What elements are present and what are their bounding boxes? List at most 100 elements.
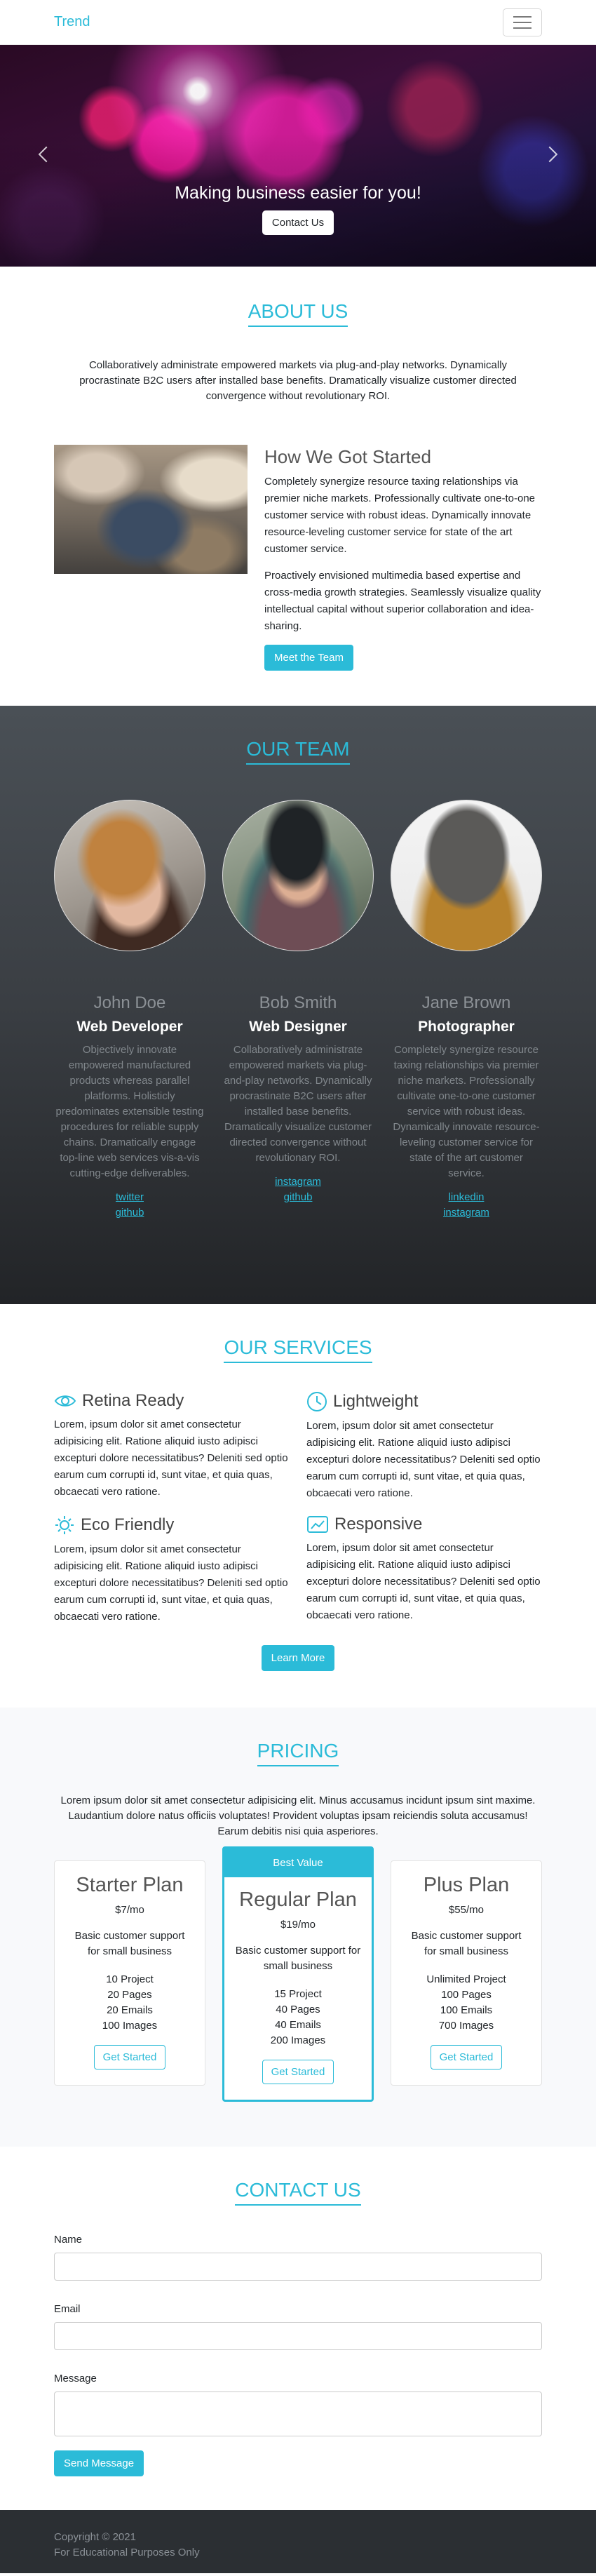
message-label: Message xyxy=(54,2373,97,2384)
service-text: Lorem, ipsum dolor sit amet consectetur … xyxy=(54,1543,288,1623)
pricing-intro: Lorem ipsum dolor sit amet consectetur a… xyxy=(60,1795,536,1837)
sun-icon xyxy=(55,1516,74,1534)
plan-price: $7/mo xyxy=(115,1904,144,1916)
contact-us-button[interactable]: Contact Us xyxy=(262,210,334,235)
send-message-button[interactable]: Send Message xyxy=(54,2450,144,2476)
contact-form: Name Email Message Send Message xyxy=(54,2234,542,2476)
about-section: ABOUT US Collaboratively administrate em… xyxy=(0,267,596,706)
tablet-icon xyxy=(307,1516,328,1533)
plan-feature: 40 Pages xyxy=(276,2004,320,2015)
hero-carousel: Making business easier for you! Contact … xyxy=(0,45,596,267)
plan-name: Starter Plan xyxy=(76,1874,184,1896)
plan-feature: 100 Images xyxy=(102,2020,158,2032)
brand-logo[interactable]: Trend xyxy=(54,14,90,30)
services-title: OUR SERVICES xyxy=(224,1336,372,1363)
plan-feature: 40 Emails xyxy=(275,2019,321,2031)
instagram-link[interactable]: instagram xyxy=(222,1174,374,1190)
twitter-link[interactable]: twitter xyxy=(54,1190,205,1205)
clock-icon xyxy=(307,1392,327,1411)
about-intro: Collaboratively administrate empowered m… xyxy=(79,359,517,402)
eye-icon xyxy=(54,1395,76,1407)
plan-feature: 20 Emails xyxy=(107,2004,153,2016)
plan-feature: 700 Images xyxy=(438,2020,494,2032)
member-role: Web Developer xyxy=(76,1019,183,1035)
avatar xyxy=(391,800,542,951)
team-member-card: John Doe Web Developer Objectively innov… xyxy=(54,800,205,1221)
contact-section: CONTACT US Name Email Message Send Messa… xyxy=(0,2147,596,2510)
plan-feature: 100 Pages xyxy=(441,1989,492,2001)
member-name: Jane Brown xyxy=(421,993,511,1012)
about-paragraph: Proactively envisioned multimedia based … xyxy=(264,570,541,632)
linkedin-link[interactable]: linkedin xyxy=(391,1190,542,1205)
service-title: Eco Friendly xyxy=(81,1515,175,1534)
plan-name: Regular Plan xyxy=(239,1889,357,1911)
email-label: Email xyxy=(54,2303,81,2315)
plan-feature: 200 Images xyxy=(270,2034,326,2046)
team-title: OUR TEAM xyxy=(246,738,350,765)
service-text: Lorem, ipsum dolor sit amet consectetur … xyxy=(306,1542,541,1621)
service-item: Eco Friendly Lorem, ipsum dolor sit amet… xyxy=(54,1515,290,1625)
hero-caption: Making business easier for you! Contact … xyxy=(0,183,596,235)
service-title: Lightweight xyxy=(333,1392,419,1411)
member-name: Bob Smith xyxy=(259,993,337,1012)
name-field[interactable] xyxy=(54,2253,542,2281)
navbar: Trend xyxy=(0,0,596,45)
get-started-button[interactable]: Get Started xyxy=(93,2045,166,2069)
plan-feature: 20 Pages xyxy=(107,1989,152,2001)
avatar xyxy=(54,800,205,951)
service-text: Lorem, ipsum dolor sit amet consectetur … xyxy=(306,1420,541,1499)
hamburger-icon xyxy=(513,15,531,18)
name-label: Name xyxy=(54,2234,83,2246)
member-role: Photographer xyxy=(418,1019,515,1035)
email-field[interactable] xyxy=(54,2322,542,2350)
plan-price: $55/mo xyxy=(448,1904,485,1916)
about-heading: How We Got Started xyxy=(264,446,431,467)
services-section: OUR SERVICES Retina Ready Lorem, ipsum d… xyxy=(0,1304,596,1708)
plan-description: Basic customer support for small busines… xyxy=(235,1945,361,1972)
avatar xyxy=(222,800,374,951)
service-text: Lorem, ipsum dolor sit amet consectetur … xyxy=(54,1418,288,1498)
service-title: Retina Ready xyxy=(82,1391,184,1410)
pricing-section: PRICING Lorem ipsum dolor sit amet conse… xyxy=(0,1708,596,2147)
member-bio: Completely synergize resource taxing rel… xyxy=(393,1044,540,1179)
service-item: Retina Ready Lorem, ipsum dolor sit amet… xyxy=(54,1391,290,1502)
plan-feature: 100 Emails xyxy=(440,2004,493,2016)
meet-the-team-button[interactable]: Meet the Team xyxy=(264,645,353,671)
about-paragraph: Completely synergize resource taxing rel… xyxy=(264,476,536,555)
member-name: John Doe xyxy=(93,993,166,1012)
plan-description: Basic customer support for small busines… xyxy=(411,1930,522,1957)
plan-price: $19/mo xyxy=(280,1919,316,1931)
best-value-badge: Best Value xyxy=(224,1849,372,1877)
team-member-card: Jane Brown Photographer Completely syner… xyxy=(391,800,542,1221)
github-link[interactable]: github xyxy=(54,1205,205,1221)
about-title: ABOUT US xyxy=(248,300,348,327)
instagram-link[interactable]: instagram xyxy=(391,1205,542,1221)
github-link[interactable]: github xyxy=(222,1190,374,1205)
hero-headline: Making business easier for you! xyxy=(175,183,421,203)
learn-more-button[interactable]: Learn More xyxy=(261,1645,335,1671)
team-section: OUR TEAM John Doe Web Developer Objectiv… xyxy=(0,706,596,1304)
plan-description: Basic customer support for small busines… xyxy=(74,1930,185,1957)
plan-name: Plus Plan xyxy=(423,1874,510,1896)
pricing-title: PRICING xyxy=(257,1740,339,1766)
member-role: Web Designer xyxy=(249,1019,347,1035)
member-bio: Collaboratively administrate empowered m… xyxy=(224,1044,372,1164)
contact-title: CONTACT US xyxy=(235,2179,361,2206)
menu-toggle-button[interactable] xyxy=(503,8,542,36)
footer: Copyright © 2021 For Educational Purpose… xyxy=(0,2510,596,2573)
service-item: Responsive Lorem, ipsum dolor sit amet c… xyxy=(306,1515,542,1625)
plan-feature: 15 Project xyxy=(274,1988,322,2000)
copyright-text: Copyright © 2021 xyxy=(54,2531,136,2543)
plan-feature: 10 Project xyxy=(106,1973,154,1985)
service-item: Lightweight Lorem, ipsum dolor sit amet … xyxy=(306,1391,542,1502)
message-field[interactable] xyxy=(54,2391,542,2436)
footer-note: For Educational Purposes Only xyxy=(54,2547,200,2558)
service-title: Responsive xyxy=(334,1515,423,1534)
pricing-card-featured: Best Value Regular Plan $19/mo Basic cus… xyxy=(222,1846,374,2102)
team-member-card: Bob Smith Web Designer Collaboratively a… xyxy=(222,800,374,1221)
get-started-button[interactable]: Get Started xyxy=(430,2045,503,2069)
about-image xyxy=(54,445,248,574)
get-started-button[interactable]: Get Started xyxy=(262,2060,334,2084)
plan-feature: Unlimited Project xyxy=(426,1973,506,1985)
pricing-card: Plus Plan $55/mo Basic customer support … xyxy=(391,1860,542,2086)
